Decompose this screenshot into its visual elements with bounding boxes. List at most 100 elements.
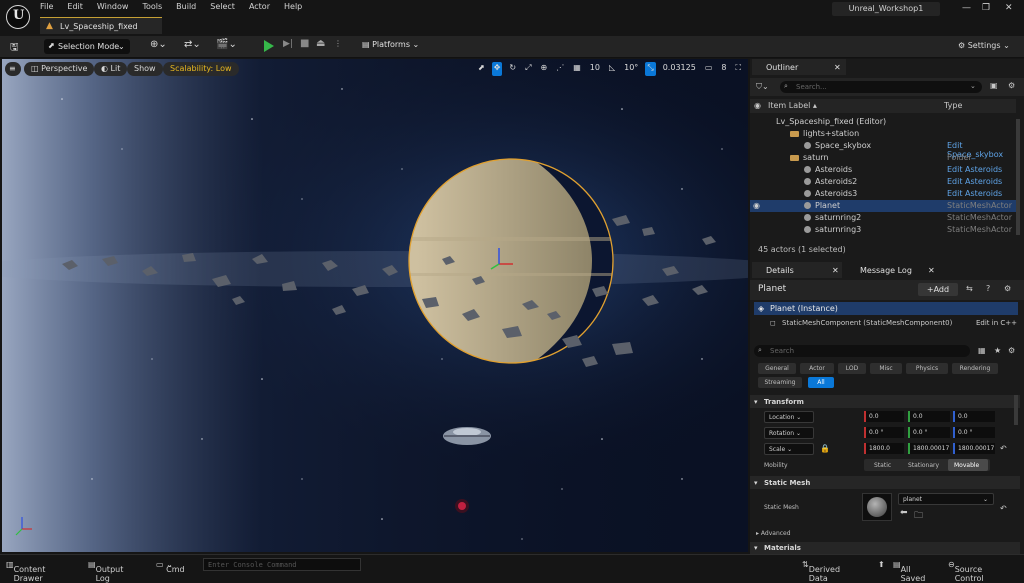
scale-x[interactable]: 1800.0 (864, 443, 904, 454)
scale-snap-value[interactable]: 0.03125 (661, 62, 698, 76)
camera-speed-value[interactable]: 8 (719, 62, 728, 76)
eject-icon[interactable]: ⏏ (316, 38, 325, 49)
filter-icon[interactable]: ⛉⌄ (756, 82, 769, 92)
details-tab[interactable]: Details ✕ (752, 262, 842, 278)
platforms-dropdown[interactable]: ▤ Platforms ⌄ (362, 40, 419, 49)
maximize-icon[interactable]: ❐ (982, 3, 990, 13)
advanced-toggle[interactable]: ▸ Advanced (756, 530, 791, 537)
filter-general[interactable]: General (758, 363, 796, 374)
cinematics-icon[interactable]: 🎬⌄ (216, 39, 237, 50)
outliner-scrollbar[interactable] (1016, 119, 1020, 235)
scale-y[interactable]: 1800.00017 (908, 443, 950, 454)
cmd-button[interactable]: ▭ Cmd ⌄ (156, 560, 185, 574)
mesh-thumbnail[interactable] (862, 493, 892, 521)
rotation-z[interactable]: 0.0 ° (953, 427, 995, 438)
outliner-row[interactable]: Asteroids3 Edit Asteroids (750, 188, 1016, 200)
edit-blueprint-link[interactable]: Edit Asteroids (947, 189, 1002, 198)
close-outliner-icon[interactable]: ✕ (834, 63, 841, 72)
level-viewport[interactable] (2, 59, 748, 552)
details-scrollbar[interactable] (1014, 395, 1018, 425)
column-type[interactable]: Type (944, 101, 962, 110)
edit-blueprint-link[interactable]: Edit Asteroids (947, 177, 1002, 186)
level-tab[interactable]: ▲ Lv_Spaceship_fixed (40, 17, 162, 34)
component-row[interactable]: ◻ StaticMeshComponent (StaticMeshCompone… (754, 317, 1018, 329)
outliner-row[interactable]: saturnring3 StaticMeshActor (750, 224, 1016, 236)
menu-help[interactable]: Help (284, 2, 302, 11)
blueprint-icon[interactable]: ⇆ (966, 284, 973, 293)
move-tool-icon[interactable]: ✥ (491, 62, 503, 76)
outliner-row[interactable]: Asteroids Edit Asteroids (750, 164, 1016, 176)
menu-build[interactable]: Build (176, 2, 196, 11)
stop-icon[interactable]: ■ (300, 38, 309, 49)
menu-tools[interactable]: Tools (142, 2, 162, 11)
scale-tool-icon[interactable]: ⤢ (523, 62, 533, 76)
grid-view-icon[interactable]: ▦ (978, 346, 986, 355)
outliner-row[interactable]: saturnring2 StaticMeshActor (750, 212, 1016, 224)
outliner-row[interactable]: Space_skybox Edit Space_skybox (750, 140, 1016, 159)
menu-window[interactable]: Window (97, 2, 129, 11)
perspective-button[interactable]: ◫ Perspective (24, 62, 95, 76)
close-message-log-icon[interactable]: ✕ (928, 266, 935, 275)
add-actor-icon[interactable]: ⊕⌄ (150, 39, 167, 50)
space-station-marker[interactable] (455, 499, 469, 513)
select-tool-icon[interactable]: ⬈ (476, 62, 487, 76)
content-drawer-button[interactable]: ▥ Content Drawer (6, 560, 45, 583)
filter-lod[interactable]: LOD (838, 363, 866, 374)
outliner-row[interactable]: lights+station (750, 128, 1016, 140)
mobility-static[interactable]: Static (874, 462, 891, 469)
rotation-dropdown[interactable]: Rotation ⌄ (764, 427, 814, 439)
filter-misc[interactable]: Misc (870, 363, 902, 374)
add-component-button[interactable]: +Add (918, 283, 958, 296)
location-y[interactable]: 0.0 (908, 411, 950, 422)
rotation-snap-value[interactable]: 10° (622, 62, 640, 76)
selection-mode-dropdown[interactable]: ⬈ Selection Mode ⌄ (44, 39, 130, 54)
lit-button[interactable]: ◐ Lit (94, 62, 128, 76)
scale-snap-icon[interactable]: ⤡ (645, 62, 656, 76)
show-button[interactable]: Show (127, 62, 163, 76)
surface-snap-icon[interactable]: ⋰ (554, 62, 566, 76)
output-log-button[interactable]: ▤ Output Log (88, 560, 123, 583)
unreal-logo-icon[interactable]: U (6, 5, 30, 29)
browse-icon[interactable]: 🗀 (914, 508, 923, 524)
scale-dropdown[interactable]: Scale ⌄ (764, 443, 814, 455)
details-settings-icon[interactable]: ⚙ (1008, 346, 1015, 355)
spaceship[interactable] (443, 427, 491, 445)
console-command-input[interactable]: Enter Console Command (203, 558, 361, 571)
edit-blueprint-link[interactable]: Edit Asteroids (947, 165, 1002, 174)
outliner-settings-icon[interactable]: ⚙ (1008, 81, 1015, 90)
close-icon[interactable]: ✕ (1005, 3, 1013, 13)
minimize-icon[interactable]: — (962, 3, 971, 13)
use-selected-icon[interactable]: ⬅ (900, 508, 908, 518)
maximize-viewport-icon[interactable]: ⛶ (733, 62, 743, 76)
rotation-y[interactable]: 0.0 ° (908, 427, 950, 438)
outliner-row[interactable]: Lv_Spaceship_fixed (Editor) (750, 116, 1016, 128)
eye-icon[interactable]: ◉ (754, 101, 761, 110)
lock-icon[interactable]: 🔒 (820, 444, 830, 453)
location-x[interactable]: 0.0 (864, 411, 904, 422)
menu-actor[interactable]: Actor (249, 2, 270, 11)
rotation-x[interactable]: 0.0 ° (864, 427, 904, 438)
grid-snap-icon[interactable]: ▦ (571, 62, 583, 76)
world-space-icon[interactable]: ⊕ (539, 62, 550, 76)
rotation-snap-icon[interactable]: ◺ (607, 62, 617, 76)
play-options-icon[interactable]: ⋮ (334, 39, 342, 48)
mobility-movable[interactable]: Movable (954, 462, 979, 469)
filter-physics[interactable]: Physics (906, 363, 948, 374)
menu-file[interactable]: File (40, 2, 53, 11)
reset-mesh-icon[interactable]: ↶ (1000, 504, 1007, 513)
star-icon[interactable]: ★ (994, 346, 1001, 355)
scene-render[interactable] (2, 59, 748, 552)
edit-cpp-link[interactable]: Edit in C++ (976, 319, 1017, 327)
planet-instance-row[interactable]: ◈ Planet (Instance) (754, 302, 1018, 315)
revision-icon[interactable]: ⬆ (878, 560, 885, 569)
outliner-row[interactable]: Planet ◉ StaticMeshActor (750, 200, 1016, 212)
mobility-stationary[interactable]: Stationary (908, 462, 939, 469)
viewport-menu-icon[interactable]: ≡ (5, 62, 21, 76)
details-search-input[interactable]: ⌕ Search (754, 345, 970, 357)
rotate-tool-icon[interactable]: ↻ (507, 62, 518, 76)
outliner-row[interactable]: Asteroids2 Edit Asteroids (750, 176, 1016, 188)
add-folder-icon[interactable]: ▣ (990, 81, 998, 90)
derived-data-button[interactable]: ⇅ Derived Data (802, 560, 840, 583)
menu-select[interactable]: Select (210, 2, 235, 11)
grid-size[interactable]: 10 (588, 62, 602, 76)
